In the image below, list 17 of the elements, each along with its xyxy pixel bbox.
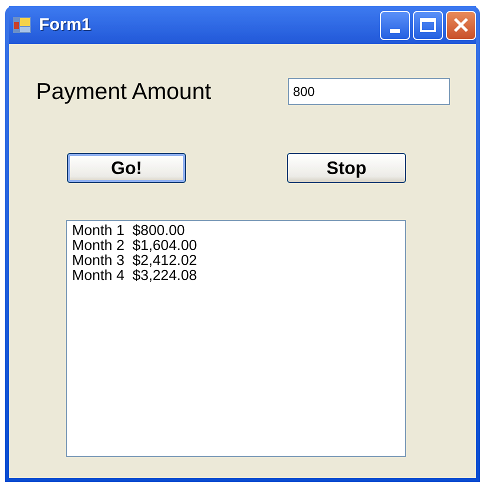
window-title: Form1	[39, 15, 92, 35]
go-button[interactable]: Go!	[67, 153, 186, 183]
payment-label: Payment Amount	[36, 78, 212, 105]
list-item[interactable]: Month 3 $2,412.02	[72, 254, 400, 269]
close-button[interactable]	[446, 10, 476, 40]
list-box[interactable]: Month 1 $800.00 Month 2 $1,604.00 Month 3 $2,412.02 Month 4 $3,224.08	[66, 220, 406, 457]
list-item[interactable]: Month 1 $800.00	[72, 224, 400, 239]
app-icon	[13, 17, 31, 33]
minimize-button[interactable]	[380, 10, 410, 40]
close-icon	[453, 17, 469, 33]
maximize-icon	[420, 18, 436, 32]
list-item[interactable]: Month 4 $3,224.08	[72, 269, 400, 284]
maximize-button[interactable]	[413, 10, 443, 40]
list-item[interactable]: Month 2 $1,604.00	[72, 239, 400, 254]
payment-field[interactable]: 800	[288, 78, 450, 105]
minimize-icon	[390, 28, 400, 32]
stop-button[interactable]: Stop	[287, 153, 406, 183]
